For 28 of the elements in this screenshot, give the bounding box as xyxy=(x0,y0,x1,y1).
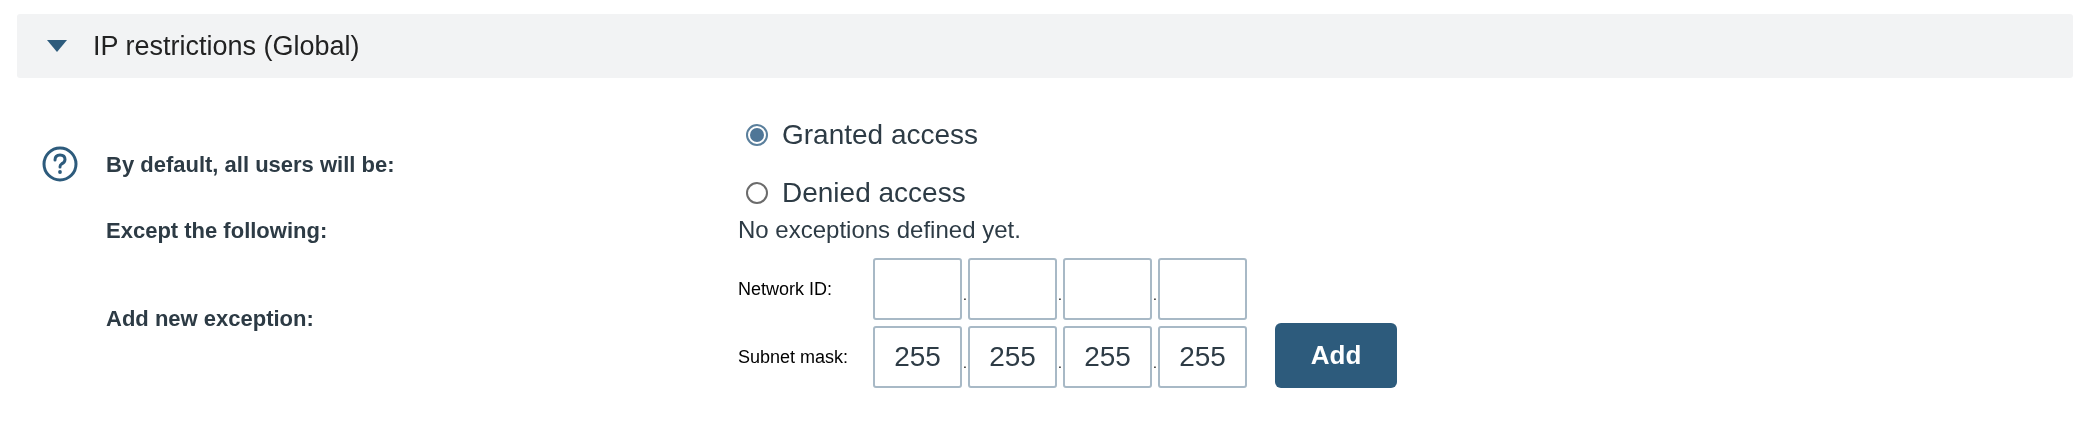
octet-field[interactable] xyxy=(1158,258,1247,320)
radio-label[interactable]: Denied access xyxy=(782,172,966,214)
octet-field[interactable]: 255 xyxy=(968,326,1057,388)
field-label: Except the following: xyxy=(106,216,328,245)
octet-field[interactable] xyxy=(1063,258,1152,320)
separator-dot: . xyxy=(962,286,968,305)
section-title: IP restrictions (Global) xyxy=(93,29,360,63)
separator-dot: . xyxy=(1152,354,1158,373)
radio-button[interactable] xyxy=(746,182,768,204)
separator-dot: . xyxy=(1057,354,1063,373)
add-button[interactable]: Add xyxy=(1275,323,1397,388)
octet-field[interactable]: 255 xyxy=(1158,326,1247,388)
separator-dot: . xyxy=(1057,286,1063,305)
empty-message: No exceptions defined yet. xyxy=(738,215,1021,245)
radio-label[interactable]: Granted access xyxy=(782,114,979,156)
separator-dot: . xyxy=(962,354,968,373)
field-label: Network ID: xyxy=(738,277,834,301)
radio-button[interactable] xyxy=(746,124,768,146)
octet-field[interactable] xyxy=(968,258,1057,320)
field-label: Subnet mask: xyxy=(738,345,850,369)
section-header[interactable]: IP restrictions (Global) xyxy=(17,14,2073,78)
octet-field[interactable] xyxy=(873,258,962,320)
octet-field[interactable]: 255 xyxy=(1063,326,1152,388)
octet-field[interactable]: 255 xyxy=(873,326,962,388)
field-label: By default, all users will be: xyxy=(106,150,395,179)
separator-dot: . xyxy=(1152,286,1158,305)
help-icon[interactable] xyxy=(42,146,78,182)
field-label: Add new exception: xyxy=(106,304,314,333)
